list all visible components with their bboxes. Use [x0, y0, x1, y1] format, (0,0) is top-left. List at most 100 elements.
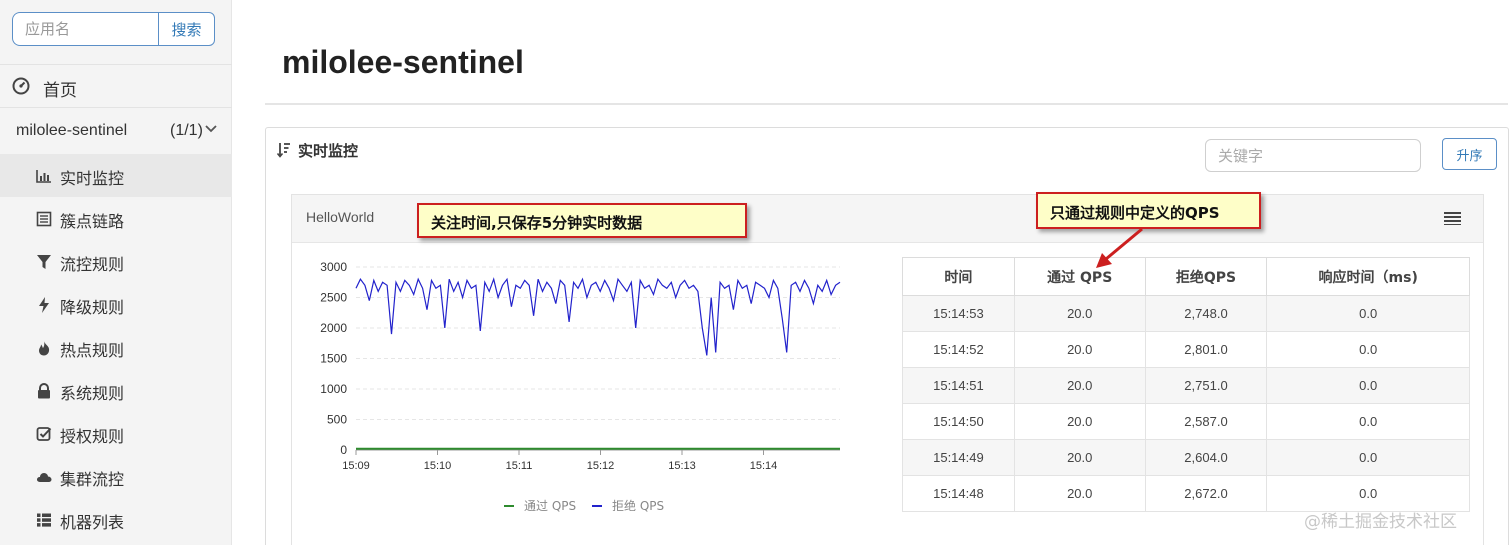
app-machine-count: (1/1) [170, 122, 203, 139]
sidebar-item-label: 集群流控 [60, 470, 125, 489]
sidebar-item-auth-rules[interactable]: 授权规则 [0, 412, 232, 455]
annotation-callout-pass-qps: 只通过规则中定义的QPS [1036, 192, 1261, 229]
sidebar-item-home[interactable]: 首页 [0, 64, 232, 108]
cell-pass-qps: 20.0 [1013, 331, 1146, 368]
cell-time: 15:14:50 [902, 403, 1015, 440]
annotation-callout-time: 关注时间,只保存5分钟实时数据 [417, 203, 747, 238]
menu-icon[interactable] [1444, 211, 1461, 225]
divider [265, 103, 1508, 105]
cell-response-time: 0.0 [1266, 439, 1470, 476]
table-row: 15:14:53 20.0 2,748.0 0.0 [902, 295, 1470, 332]
sort-amount-icon [277, 143, 290, 158]
sidebar-item-cluster-link[interactable]: 簇点链路 [0, 197, 232, 240]
table-row: 15:14:49 20.0 2,604.0 0.0 [902, 439, 1470, 476]
y-tick-label: 0 [340, 443, 347, 457]
legend-label: 拒绝 QPS [612, 498, 664, 513]
panel-title: 实时监控 [298, 142, 359, 160]
column-header-time[interactable]: 时间 [902, 257, 1015, 296]
resource-name: HelloWorld [306, 209, 375, 225]
table-row: 15:14:51 20.0 2,751.0 0.0 [902, 367, 1470, 404]
y-tick-label: 2500 [320, 291, 347, 305]
cell-block-qps: 2,672.0 [1144, 475, 1268, 512]
cell-pass-qps: 20.0 [1013, 439, 1146, 476]
series-line-block-qps [355, 277, 841, 356]
sidebar-item-label: 流控规则 [60, 255, 125, 274]
sort-ascending-button[interactable]: 升序 [1442, 138, 1497, 170]
cell-response-time: 0.0 [1266, 403, 1470, 440]
cell-response-time: 0.0 [1266, 295, 1470, 332]
column-header-block-qps[interactable]: 拒绝QPS [1144, 257, 1268, 296]
cell-time: 15:14:51 [902, 367, 1015, 404]
cell-block-qps: 2,604.0 [1144, 439, 1268, 476]
sidebar-item-label: 降级规则 [60, 298, 125, 317]
table-row: 15:14:50 20.0 2,587.0 0.0 [902, 403, 1470, 440]
y-tick-label: 3000 [320, 260, 347, 274]
cell-time: 15:14:49 [902, 439, 1015, 476]
list-icon [36, 211, 52, 227]
app-search-input[interactable] [12, 12, 158, 46]
legend-label: 通过 QPS [524, 499, 576, 513]
table-row: 15:14:52 20.0 2,801.0 0.0 [902, 331, 1470, 368]
sidebar-item-degrade-rules[interactable]: 降级规则 [0, 283, 232, 326]
sidebar-item-realtime-monitor[interactable]: 实时监控 [0, 154, 232, 197]
filter-icon [37, 255, 51, 269]
column-header-response-time[interactable]: 响应时间（ms) [1266, 257, 1470, 296]
x-tick-label: 15:10 [424, 460, 452, 472]
cloud-icon [36, 473, 52, 482]
sidebar-item-label: 首页 [43, 81, 77, 101]
app-name: milolee-sentinel [16, 122, 128, 139]
x-tick-label: 15:09 [342, 460, 370, 472]
cell-block-qps: 2,587.0 [1144, 403, 1268, 440]
keyword-search-input[interactable] [1205, 139, 1421, 172]
bar-chart-icon [36, 170, 51, 183]
check-square-icon [36, 427, 52, 441]
cell-response-time: 0.0 [1266, 331, 1470, 368]
cell-block-qps: 2,751.0 [1144, 367, 1268, 404]
th-list-icon [37, 513, 51, 527]
x-tick-label: 15:14 [750, 460, 778, 472]
fire-icon [39, 341, 50, 356]
realtime-qps-chart: 3000 2500 2000 1500 1000 500 0 15:09 15:10 15:11 1… [320, 260, 841, 513]
sidebar-item-label: 系统规则 [60, 384, 125, 403]
cell-time: 15:14:48 [902, 475, 1015, 512]
sidebar-item-machine-list[interactable]: 机器列表 [0, 498, 232, 541]
cell-block-qps: 2,801.0 [1144, 331, 1268, 368]
y-tick-label: 2000 [320, 321, 347, 335]
sidebar-item-hotspot-rules[interactable]: 热点规则 [0, 326, 232, 369]
sidebar-item-label: 机器列表 [60, 513, 125, 532]
sidebar-item-label: 簇点链路 [60, 212, 125, 231]
app-search: 搜索 [12, 12, 215, 46]
watermark: @稀土掘金技术社区 [1304, 512, 1457, 532]
cell-pass-qps: 20.0 [1013, 403, 1146, 440]
sidebar-item-label: 热点规则 [60, 341, 125, 360]
y-tick-label: 1000 [320, 382, 347, 396]
y-tick-label: 1500 [320, 352, 347, 366]
y-tick-label: 500 [327, 413, 347, 427]
cell-response-time: 0.0 [1266, 367, 1470, 404]
x-tick-label: 15:12 [587, 460, 615, 472]
annotation-arrow-icon [1096, 227, 1143, 268]
qps-table: 时间 通过 QPS 拒绝QPS 响应时间（ms) 15:14:53 20.0 2… [902, 257, 1470, 512]
x-tick-label: 15:13 [668, 460, 696, 472]
sidebar-item-flow-rules[interactable]: 流控规则 [0, 240, 232, 283]
table-header-row: 时间 通过 QPS 拒绝QPS 响应时间（ms) [902, 257, 1470, 296]
search-button[interactable]: 搜索 [158, 12, 215, 46]
cell-pass-qps: 20.0 [1013, 367, 1146, 404]
cell-pass-qps: 20.0 [1013, 475, 1146, 512]
dashboard-icon [12, 77, 30, 95]
lock-icon [38, 383, 50, 399]
sidebar-item-label: 实时监控 [60, 169, 125, 188]
sidebar-item-label: 授权规则 [60, 427, 125, 446]
chevron-down-icon [205, 125, 217, 133]
cell-pass-qps: 20.0 [1013, 295, 1146, 332]
cell-block-qps: 2,748.0 [1144, 295, 1268, 332]
sidebar-app-milolee-sentinel[interactable]: milolee-sentinel (1/1) [0, 110, 232, 154]
sidebar-item-system-rules[interactable]: 系统规则 [0, 369, 232, 412]
page-title: milolee-sentinel [282, 44, 524, 80]
cell-time: 15:14:53 [902, 295, 1015, 332]
x-tick-label: 15:11 [506, 460, 533, 472]
sidebar-item-cluster-flow[interactable]: 集群流控 [0, 455, 232, 498]
bolt-icon [39, 297, 49, 313]
cell-time: 15:14:52 [902, 331, 1015, 368]
sidebar: 搜索 首页 milolee-sentinel (1/1) 实时监控 簇点链路 [0, 0, 232, 545]
